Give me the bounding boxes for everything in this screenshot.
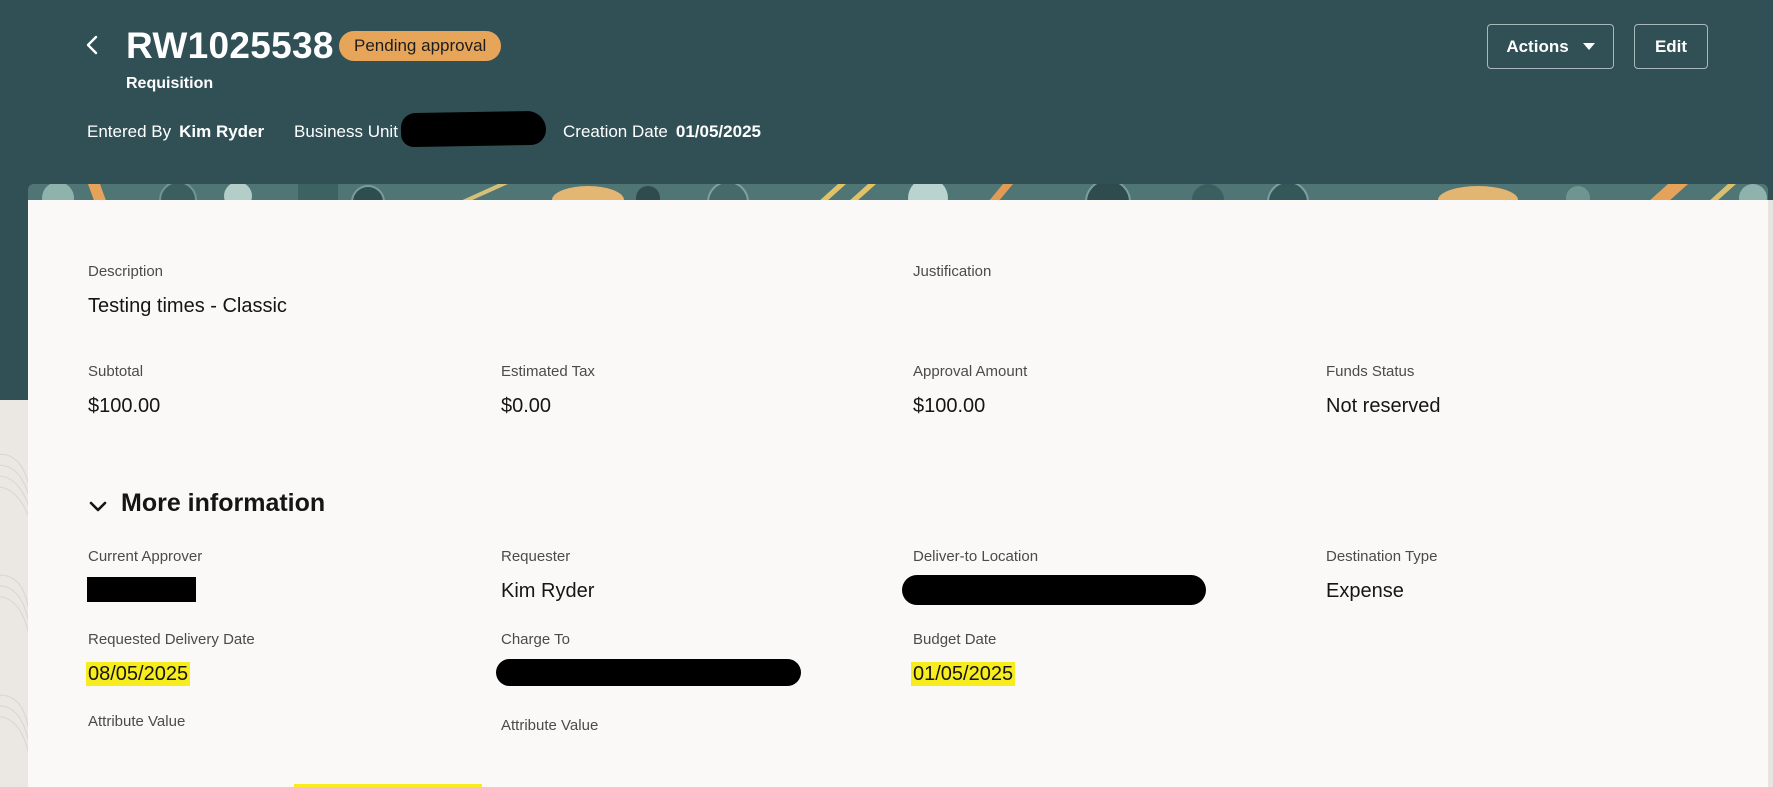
creation-date-label: Creation Date [563,122,668,141]
more-information-title: More information [121,489,326,517]
current-approver-field: Current Approver [88,548,202,566]
chevron-down-icon [89,501,107,511]
redacted-charge-to [496,659,801,686]
attribute-value-label-2: Attribute Value [501,717,599,734]
creation-date: Creation Date 01/05/2025 [563,122,761,142]
redacted-current-approver [87,577,196,602]
attribute-value-field-1: Attribute Value [88,713,185,731]
attribute-value-field-2: Attribute Value [501,717,598,735]
page-subtitle: Requisition [126,75,214,92]
estimated-tax-value: $0.00 [501,395,552,417]
description-field: Description Testing times - Classic [88,263,287,318]
estimated-tax-label: Estimated Tax [501,363,595,380]
budget-date-field: Budget Date 01/05/2025 [911,631,1016,686]
requested-delivery-date-value: 08/05/2025 [86,662,191,686]
business-unit-label: Business Unit [294,122,398,141]
entered-by-value: Kim Ryder [179,122,265,141]
back-button[interactable] [80,32,106,58]
entered-by: Entered By Kim Ryder [87,122,264,142]
funds-status-field: Funds Status Not reserved [1326,363,1441,418]
subtotal-field: Subtotal $100.00 [88,363,160,418]
chevron-left-icon [86,35,98,55]
page: RW1025538 Pending approval Requisition E… [0,0,1773,787]
creation-date-value: 01/05/2025 [675,122,761,141]
estimated-tax-field: Estimated Tax $0.00 [501,363,595,418]
requested-delivery-date-label: Requested Delivery Date [88,631,255,648]
card-edge [1768,200,1773,787]
redacted-deliver-to-location [902,575,1206,605]
approval-amount-field: Approval Amount $100.00 [913,363,1027,418]
budget-date-value: 01/05/2025 [911,662,1016,686]
description-label: Description [88,263,164,280]
entered-by-label: Entered By [87,122,172,141]
page-title: RW1025538 [126,25,334,66]
subtotal-label: Subtotal [88,363,144,380]
budget-date-label: Budget Date [913,631,997,648]
business-unit: Business Unit [294,122,398,142]
description-value: Testing times - Classic [88,295,287,317]
attribute-value-label-1: Attribute Value [88,713,186,730]
destination-type-label: Destination Type [1326,548,1438,565]
deliver-to-location-label: Deliver-to Location [913,548,1039,565]
requester-label: Requester [501,548,571,565]
charge-to-label: Charge To [501,631,570,648]
requester-field: Requester Kim Ryder [501,548,594,603]
funds-status-label: Funds Status [1326,363,1415,380]
actions-label: Actions [1506,36,1569,56]
approval-amount-value: $100.00 [913,395,986,417]
actions-menu-button[interactable]: Actions [1487,24,1614,69]
edit-button[interactable]: Edit [1634,24,1708,69]
background-pattern [0,400,30,787]
deliver-to-location-field: Deliver-to Location [913,548,1038,566]
requester-value: Kim Ryder [501,580,595,602]
requested-delivery-date-field: Requested Delivery Date 08/05/2025 [86,631,255,686]
charge-to-field: Charge To [501,631,570,649]
caret-down-icon [1582,43,1595,50]
more-information-toggle[interactable]: More information [87,489,325,518]
approval-amount-label: Approval Amount [913,363,1028,380]
funds-status-value: Not reserved [1326,395,1441,417]
justification-field: Justification [913,263,991,281]
redacted-business-unit [400,110,547,148]
subtotal-value: $100.00 [88,395,161,417]
status-badge: Pending approval [339,31,502,61]
current-approver-label: Current Approver [88,548,203,565]
justification-label: Justification [913,263,992,280]
destination-type-value: Expense [1326,580,1404,602]
destination-type-field: Destination Type Expense [1326,548,1437,603]
